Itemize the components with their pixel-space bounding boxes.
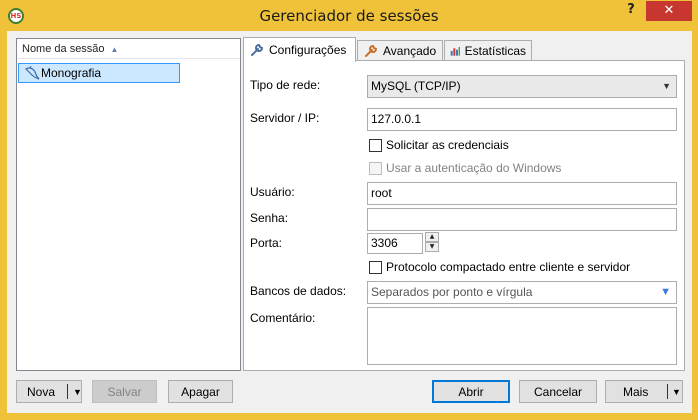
prompt-credentials-checkbox[interactable]: Solicitar as credenciais (369, 138, 509, 152)
help-button[interactable]: ? (618, 2, 644, 22)
sort-ascending-icon: ▲ (110, 45, 119, 54)
tab-label: Avançado (383, 44, 437, 58)
databases-placeholder: Separados por ponto e vírgula (371, 285, 533, 299)
cancel-button[interactable]: Cancelar (519, 380, 597, 403)
spin-down-icon[interactable]: ▼ (425, 242, 439, 252)
session-item-monografia[interactable]: Monografia (18, 63, 180, 83)
port-label: Porta: (250, 236, 283, 250)
comment-label: Comentário: (250, 311, 316, 325)
tab-configuracoes[interactable]: Configurações (243, 37, 356, 62)
password-input[interactable] (367, 208, 677, 231)
port-input[interactable]: 3306 (367, 233, 423, 254)
dropdown-arrow-icon[interactable]: ▼ (672, 387, 681, 397)
split-separator (67, 384, 68, 399)
checkbox-label: Usar a autenticação do Windows (386, 161, 562, 175)
network-type-select[interactable]: MySQL (TCP/IP) ▼ (367, 75, 677, 98)
split-separator (667, 384, 668, 399)
server-input[interactable]: 127.0.0.1 (367, 108, 677, 131)
new-button-label: Nova (27, 384, 56, 399)
bar-chart-icon (450, 47, 460, 56)
wrench-icon (251, 43, 264, 56)
databases-label: Bancos de dados: (250, 284, 347, 298)
spin-up-icon[interactable]: ▲ (425, 232, 439, 242)
password-label: Senha: (250, 211, 289, 225)
checkbox-label: Protocolo compactado entre cliente e ser… (386, 260, 631, 274)
dialog-client-area: Nome da sessão ▲ Monografia Configurações… (7, 31, 692, 413)
dropdown-arrow-icon[interactable]: ▼ (660, 282, 671, 303)
more-button-label: Mais (623, 384, 649, 399)
open-button[interactable]: Abrir (432, 380, 510, 403)
title-bar[interactable]: HS Gerenciador de sessões ? ✕ (0, 0, 698, 32)
checkbox-box[interactable] (369, 138, 382, 152)
network-type-value: MySQL (TCP/IP) (371, 79, 461, 93)
wrench-orange-icon (365, 44, 378, 57)
session-manager-window: HS Gerenciador de sessões ? ✕ Nome da se… (0, 0, 698, 420)
delete-button[interactable]: Apagar (168, 380, 233, 403)
save-button: Salvar (92, 380, 157, 403)
user-input[interactable]: root (367, 182, 677, 205)
databases-combo[interactable]: Separados por ponto e vírgula ▼ (367, 281, 677, 304)
session-name-column-header[interactable]: Nome da sessão ▲ (17, 39, 240, 59)
windows-auth-checkbox: Usar a autenticação do Windows (369, 161, 561, 175)
session-item-label: Monografia (41, 66, 102, 80)
comment-textarea[interactable] (367, 307, 677, 365)
compressed-protocol-checkbox[interactable]: Protocolo compactado entre cliente e ser… (369, 260, 630, 274)
configuracoes-panel: Tipo de rede: MySQL (TCP/IP) ▼ Servidor … (243, 60, 685, 371)
session-tree[interactable]: Nome da sessão ▲ Monografia (16, 38, 241, 371)
more-button[interactable]: Mais ▼ (605, 380, 683, 403)
checkbox-box[interactable] (369, 260, 382, 274)
dolphin-icon (25, 65, 40, 80)
tab-avancado[interactable]: Avançado (357, 40, 443, 61)
user-label: Usuário: (250, 185, 295, 199)
new-session-button[interactable]: Nova ▼ (16, 380, 82, 403)
network-type-label: Tipo de rede: (250, 78, 321, 92)
port-spinner[interactable]: ▲ ▼ (425, 232, 439, 253)
tab-label: Configurações (269, 43, 347, 57)
checkbox-label: Solicitar as credenciais (386, 138, 509, 152)
checkbox-box (369, 161, 382, 175)
dropdown-arrow-icon[interactable]: ▼ (73, 387, 82, 397)
tab-label: Estatísticas (464, 44, 526, 58)
column-header-label: Nome da sessão (22, 43, 105, 55)
server-label: Servidor / IP: (250, 111, 320, 125)
chevron-down-icon: ▼ (662, 81, 671, 91)
tab-estatisticas[interactable]: Estatísticas (444, 40, 532, 61)
window-title: Gerenciador de sessões (259, 7, 439, 25)
close-button[interactable]: ✕ (646, 1, 692, 21)
